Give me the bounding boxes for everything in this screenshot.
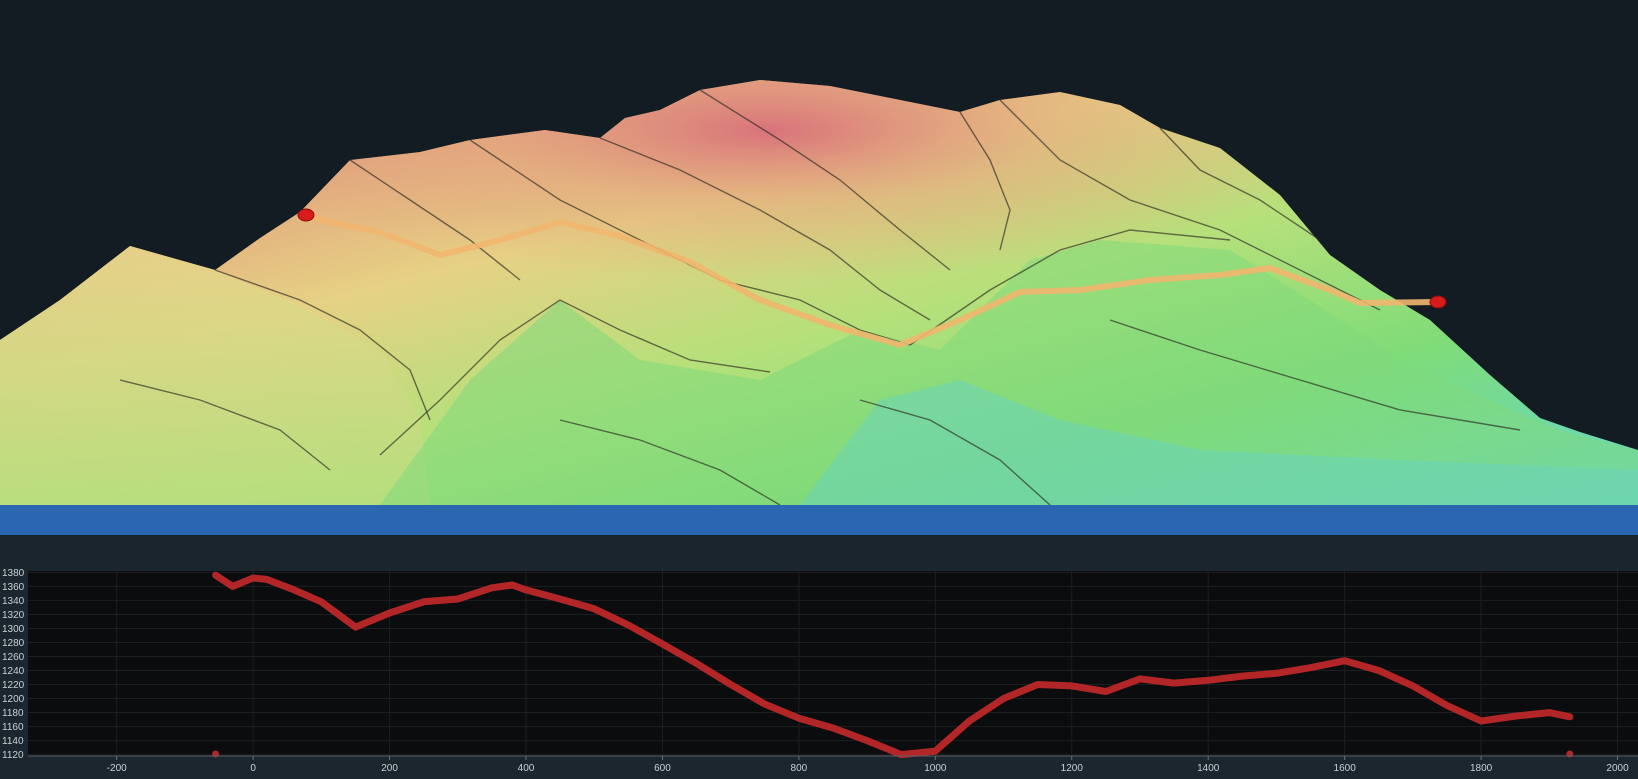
y-tick-label: 1260 (2, 652, 25, 663)
profile-end-marker[interactable] (1429, 295, 1447, 309)
y-tick-label: 1300 (2, 624, 25, 635)
profile-toolbar (0, 535, 1638, 569)
x-tick-label: 2000 (1606, 763, 1629, 774)
y-tick-label: 1280 (2, 638, 25, 649)
y-tick-label: 1160 (2, 722, 24, 733)
x-tick-label: 1400 (1197, 763, 1220, 774)
y-tick-label: 1240 (2, 666, 25, 677)
x-tick-label: 200 (381, 763, 398, 774)
y-tick-label: 1200 (2, 694, 25, 705)
x-tick-label: 1200 (1061, 763, 1084, 774)
x-tick-label: 0 (250, 763, 256, 774)
y-tick-label: 1220 (2, 680, 25, 691)
y-tick-label: 1340 (2, 596, 25, 607)
elevation-profile-panel[interactable]: 1120 1140 1160 1180 1200 1220 1240 1260 1280 1300… (0, 569, 1638, 779)
terrain-3d-viewport[interactable] (0, 0, 1638, 505)
panel-splitter[interactable] (0, 505, 1638, 535)
x-tick-label: 1600 (1334, 763, 1357, 774)
y-tick-label: 1180 (2, 708, 24, 719)
y-tick-label: 1320 (2, 610, 25, 621)
terrain-render[interactable] (0, 0, 1638, 505)
x-tick-label: 400 (518, 763, 535, 774)
x-tick-label: 600 (654, 763, 671, 774)
x-tick-label: 800 (791, 763, 808, 774)
x-tick-label: -200 (107, 763, 127, 774)
y-axis: 1120 1140 1160 1180 1200 1220 1240 1260 1280 1300… (2, 569, 25, 761)
y-tick-label: 1380 (2, 569, 25, 579)
x-tick-label: 1800 (1470, 763, 1493, 774)
x-tick-label: 1000 (924, 763, 947, 774)
y-tick-label: 1120 (2, 750, 24, 761)
profile-start-marker[interactable] (297, 208, 315, 222)
y-tick-label: 1140 (2, 736, 24, 747)
elevation-profile-chart[interactable]: 1120 1140 1160 1180 1200 1220 1240 1260 1280 1300… (0, 569, 1638, 779)
x-axis: -200 0 200 400 600 800 1000 1200 1400 1600 1800 200… (28, 755, 1638, 774)
y-tick-label: 1360 (2, 582, 25, 593)
